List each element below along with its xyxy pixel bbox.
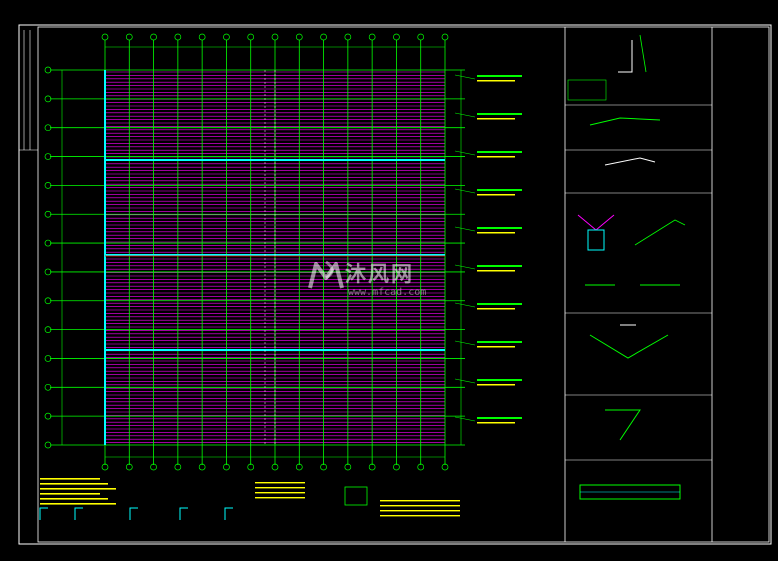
callout-leader <box>454 378 476 384</box>
axis-bubble-top <box>344 33 352 41</box>
callout-text-bar <box>477 422 515 424</box>
axis-bubble-top <box>125 33 133 41</box>
section-profile <box>129 507 138 520</box>
callout-text-bar <box>477 379 522 381</box>
detail-drawings <box>567 34 686 500</box>
watermark-url: www.mfcad.com <box>348 287 427 298</box>
note-text-bar <box>255 497 305 499</box>
general-notes <box>39 478 460 520</box>
axis-bubble-top <box>320 33 327 41</box>
axis-bubble-top <box>417 33 425 41</box>
axis-bubble-top <box>174 33 182 41</box>
axis-bubble-top <box>441 33 449 41</box>
note-text-bar <box>380 510 460 512</box>
roof-purlin-layout-plan <box>44 33 522 471</box>
callout-leader <box>454 74 476 80</box>
detail-connection <box>577 214 615 231</box>
callout-leader <box>454 264 476 270</box>
note-text-bar <box>255 482 305 484</box>
section-profile <box>39 507 48 520</box>
section-profile <box>74 507 83 520</box>
callout-leader <box>454 302 476 308</box>
callout-leader <box>454 340 476 346</box>
detail-truss <box>589 334 669 359</box>
axis-bubble-top <box>393 33 400 41</box>
callout-leader <box>454 112 476 118</box>
note-text-bar <box>380 505 460 507</box>
note-text-bar <box>255 487 305 489</box>
note-text-bar <box>40 483 108 485</box>
callout-text-bar <box>477 113 522 115</box>
note-text-bar <box>40 488 116 490</box>
binding-strip <box>19 30 38 151</box>
callout-text-bar <box>477 341 522 343</box>
note-text-bar <box>255 492 305 494</box>
callout-text-bar <box>477 265 522 267</box>
callout-leader <box>454 188 476 194</box>
callout-text-bar <box>477 118 515 120</box>
detail-line <box>639 34 647 73</box>
callout-text-bar <box>477 189 522 191</box>
axis-bubble-top <box>295 33 303 41</box>
callout-text-bar <box>477 303 522 305</box>
axis-bubble-top <box>101 33 109 41</box>
callout-leader <box>454 416 476 422</box>
callout-text-bar <box>477 346 515 348</box>
detail-plate <box>587 229 605 251</box>
callout-text-bar <box>477 75 522 77</box>
note-text-bar <box>40 493 100 495</box>
section-profile <box>224 507 233 520</box>
axis-bubble-top <box>150 33 157 41</box>
detail-slope <box>589 117 661 126</box>
axis-bubble-top <box>271 33 279 41</box>
callout-text-bar <box>477 156 515 158</box>
callout-leader <box>454 150 476 156</box>
callout-text-bar <box>477 227 522 229</box>
callout-text-bar <box>477 232 515 234</box>
axis-bubble-top <box>247 33 255 41</box>
detail-parapet <box>618 40 633 73</box>
callout-text-bar <box>477 384 515 386</box>
axis-bubble-top <box>368 33 376 41</box>
callout-leader <box>454 226 476 232</box>
note-text-bar <box>380 500 460 502</box>
callout-text-bar <box>477 151 522 153</box>
watermark-logo-icon <box>308 260 344 289</box>
detail-table <box>567 79 607 101</box>
note-text-bar <box>40 503 116 505</box>
callout-text-bar <box>477 194 515 196</box>
detail-brace <box>634 219 686 246</box>
axis-bubble-top <box>198 33 206 41</box>
note-text-bar <box>380 515 460 517</box>
section-detail-box <box>344 486 368 506</box>
detail-bracket <box>605 409 641 441</box>
callout-text-bar <box>477 417 522 419</box>
callout-text-bar <box>477 308 515 310</box>
callout-text-bar <box>477 80 515 82</box>
callout-text-bar <box>477 270 515 272</box>
note-text-bar <box>40 498 108 500</box>
watermark-title: 沐风网 <box>345 262 414 286</box>
axis-bubble-top <box>223 33 230 41</box>
note-text-bar <box>40 478 100 480</box>
section-profile <box>179 507 188 520</box>
detail-gutter <box>604 157 656 166</box>
